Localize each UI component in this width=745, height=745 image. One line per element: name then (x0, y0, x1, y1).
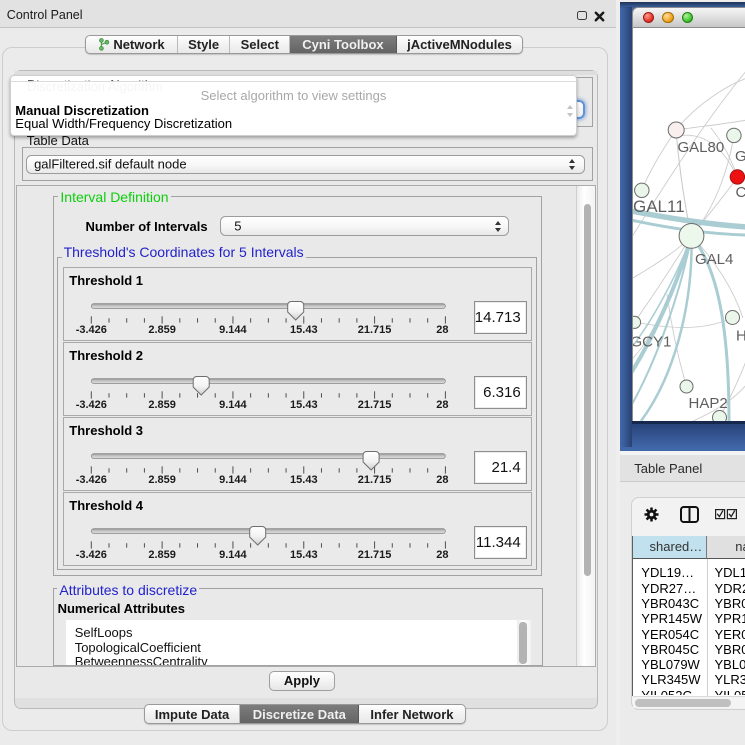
svg-text:15.43: 15.43 (290, 549, 318, 561)
svg-text:2.859: 2.859 (148, 324, 176, 336)
svg-text:28: 28 (436, 474, 448, 486)
svg-text:C: C (735, 184, 745, 201)
svg-text:GAL: GAL (735, 148, 745, 165)
svg-text:15.43: 15.43 (290, 399, 318, 411)
svg-text:2.859: 2.859 (148, 399, 176, 411)
svg-text:-3.426: -3.426 (75, 549, 106, 561)
svg-text:GAL4: GAL4 (695, 251, 733, 268)
svg-text:28: 28 (436, 324, 448, 336)
svg-text:-3.426: -3.426 (75, 399, 106, 411)
svg-text:21.715: 21.715 (358, 474, 392, 486)
svg-text:9.144: 9.144 (219, 324, 247, 336)
svg-text:28: 28 (436, 549, 448, 561)
svg-text:9.144: 9.144 (219, 474, 247, 486)
svg-text:H: H (736, 327, 745, 344)
svg-text:2.859: 2.859 (148, 549, 176, 561)
svg-text:9.144: 9.144 (219, 549, 247, 561)
svg-text:28: 28 (436, 399, 448, 411)
svg-text:21.715: 21.715 (358, 399, 392, 411)
svg-text:15.43: 15.43 (290, 324, 318, 336)
svg-text:21.715: 21.715 (358, 549, 392, 561)
svg-text:HAP2: HAP2 (688, 395, 727, 412)
svg-text:2.859: 2.859 (148, 474, 176, 486)
svg-text:-3.426: -3.426 (75, 324, 106, 336)
svg-text:GCY1: GCY1 (633, 333, 671, 350)
svg-text:21.715: 21.715 (358, 324, 392, 336)
svg-text:-3.426: -3.426 (75, 474, 106, 486)
svg-text:GAL80: GAL80 (677, 139, 724, 156)
svg-text:9.144: 9.144 (219, 399, 247, 411)
svg-text:15.43: 15.43 (290, 474, 318, 486)
svg-text:GAL11: GAL11 (633, 197, 685, 216)
